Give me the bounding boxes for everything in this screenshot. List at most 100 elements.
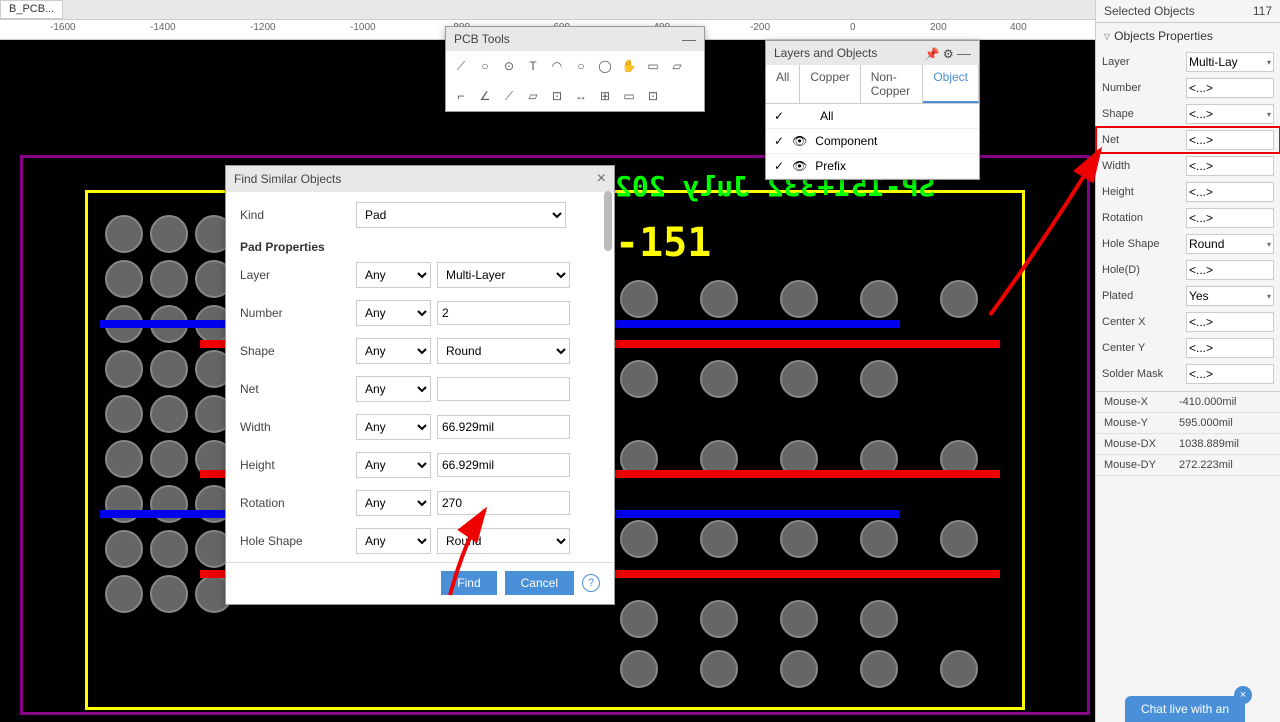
prop-value[interactable]: <...>: [1186, 182, 1274, 202]
pad[interactable]: [150, 260, 188, 298]
prop-value[interactable]: <...>: [1186, 338, 1274, 358]
help-icon[interactable]: ?: [582, 574, 600, 592]
prop-value[interactable]: <...>▾: [1186, 104, 1274, 124]
region-tool-icon[interactable]: ▱: [522, 85, 544, 107]
pin-icon[interactable]: 📌: [925, 47, 940, 61]
hole shape-value-select[interactable]: Round: [437, 528, 570, 554]
minimize-icon[interactable]: —: [682, 31, 696, 47]
dimension-tool-icon[interactable]: ⊞: [594, 85, 616, 107]
pad[interactable]: [105, 260, 143, 298]
eye-icon[interactable]: 👁: [792, 134, 807, 148]
polyline-tool-icon[interactable]: ⟋: [498, 85, 520, 107]
shape-op-select[interactable]: Any: [356, 338, 431, 364]
line-tool-icon[interactable]: ⌐: [450, 85, 472, 107]
pad[interactable]: [620, 360, 658, 398]
prop-value[interactable]: <...>: [1186, 156, 1274, 176]
dialog-scrollbar[interactable]: [604, 191, 612, 251]
pad[interactable]: [940, 650, 978, 688]
pad[interactable]: [700, 520, 738, 558]
layers-tab-copper[interactable]: Copper: [800, 65, 860, 103]
net-op-select[interactable]: Any: [356, 376, 431, 402]
prop-value[interactable]: Yes▾: [1186, 286, 1274, 306]
prop-value[interactable]: <...>: [1186, 364, 1274, 384]
pad[interactable]: [620, 600, 658, 638]
prop-value[interactable]: <...>: [1186, 208, 1274, 228]
close-icon[interactable]: ×: [597, 170, 606, 188]
pad[interactable]: [700, 600, 738, 638]
height-op-select[interactable]: Any: [356, 452, 431, 478]
layers-tab-all[interactable]: All: [766, 65, 800, 103]
image-tool-icon[interactable]: ▱: [666, 55, 688, 77]
net-value-input[interactable]: [437, 377, 570, 401]
layer-row[interactable]: ✓👁Component: [766, 129, 979, 154]
number-value-input[interactable]: [437, 301, 570, 325]
find-button[interactable]: Find: [441, 571, 496, 595]
rect-tool-icon[interactable]: ▭: [642, 55, 664, 77]
minimize-icon[interactable]: —: [957, 45, 971, 61]
pad[interactable]: [860, 600, 898, 638]
pad[interactable]: [150, 395, 188, 433]
width-op-select[interactable]: Any: [356, 414, 431, 440]
pad[interactable]: [860, 650, 898, 688]
layer-op-select[interactable]: Any: [356, 262, 431, 288]
prop-value[interactable]: Round▾: [1186, 234, 1274, 254]
height-value-input[interactable]: [437, 453, 570, 477]
pad[interactable]: [105, 530, 143, 568]
pad[interactable]: [860, 520, 898, 558]
group-tool-icon[interactable]: ⊡: [642, 85, 664, 107]
eye-icon[interactable]: 👁: [792, 159, 807, 173]
prop-value[interactable]: <...>: [1186, 312, 1274, 332]
cancel-button[interactable]: Cancel: [505, 571, 574, 595]
gear-icon[interactable]: ⚙: [943, 47, 954, 61]
prop-value[interactable]: Multi-Lay▾: [1186, 52, 1274, 72]
chat-close-icon[interactable]: ×: [1234, 686, 1252, 704]
copper-tool-icon[interactable]: ▭: [618, 85, 640, 107]
pad[interactable]: [860, 280, 898, 318]
arc-tool-icon[interactable]: ◠: [546, 55, 568, 77]
pad[interactable]: [150, 575, 188, 613]
layers-tab-object[interactable]: Object: [923, 65, 979, 103]
hole shape-op-select[interactable]: Any: [356, 528, 431, 554]
track-tool-icon[interactable]: ⟋: [450, 55, 472, 77]
number-op-select[interactable]: Any: [356, 300, 431, 326]
text-tool-icon[interactable]: T: [522, 55, 544, 77]
kind-select[interactable]: Pad: [356, 202, 566, 228]
rotation-value-input[interactable]: [437, 491, 570, 515]
pad[interactable]: [700, 280, 738, 318]
rotation-op-select[interactable]: Any: [356, 490, 431, 516]
pad[interactable]: [780, 650, 818, 688]
layer-row[interactable]: ✓All: [766, 104, 979, 129]
pad[interactable]: [105, 215, 143, 253]
pad[interactable]: [105, 575, 143, 613]
layers-tab-non-copper[interactable]: Non-Copper: [861, 65, 924, 103]
file-tab[interactable]: B_PCB...: [0, 0, 63, 19]
hole-tool-icon[interactable]: ⊡: [546, 85, 568, 107]
width-value-input[interactable]: [437, 415, 570, 439]
circle-tool-icon[interactable]: ○: [570, 55, 592, 77]
via-tool-icon[interactable]: ⊙: [498, 55, 520, 77]
pad[interactable]: [150, 215, 188, 253]
pad[interactable]: [860, 360, 898, 398]
pad[interactable]: [105, 395, 143, 433]
pad[interactable]: [105, 350, 143, 388]
measure-tool-icon[interactable]: ↔: [570, 85, 592, 107]
prop-value[interactable]: <...>: [1186, 130, 1274, 150]
pad[interactable]: [620, 650, 658, 688]
pad[interactable]: [105, 440, 143, 478]
find-title-bar[interactable]: Find Similar Objects ×: [226, 166, 614, 192]
pcb-tools-title[interactable]: PCB Tools —: [446, 27, 704, 51]
prop-value[interactable]: <...>: [1186, 78, 1274, 98]
pad[interactable]: [780, 600, 818, 638]
pad[interactable]: [940, 280, 978, 318]
prop-value[interactable]: <...>: [1186, 260, 1274, 280]
objects-properties-header[interactable]: ▽ Objects Properties: [1096, 23, 1280, 49]
pad[interactable]: [700, 360, 738, 398]
pad[interactable]: [780, 360, 818, 398]
layer-row[interactable]: ✓👁Prefix: [766, 154, 979, 179]
pad[interactable]: [150, 530, 188, 568]
chat-widget[interactable]: Chat live with an: [1125, 696, 1245, 722]
pad[interactable]: [620, 520, 658, 558]
pad[interactable]: [780, 280, 818, 318]
pad[interactable]: [620, 280, 658, 318]
pad[interactable]: [150, 350, 188, 388]
